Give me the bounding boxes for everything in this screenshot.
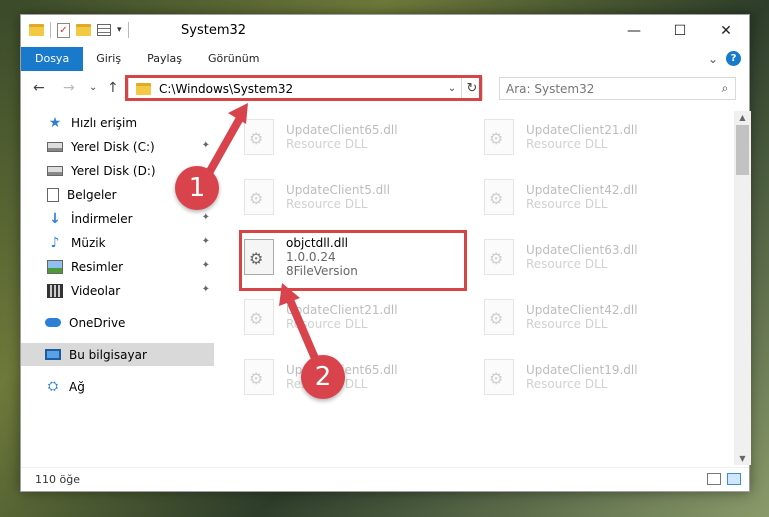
step-badge-2: 2: [301, 355, 345, 399]
step-badge-1: 1: [175, 166, 219, 210]
arrow-to-address-bar: [201, 103, 248, 184]
annotation-arrows: [201, 103, 324, 374]
